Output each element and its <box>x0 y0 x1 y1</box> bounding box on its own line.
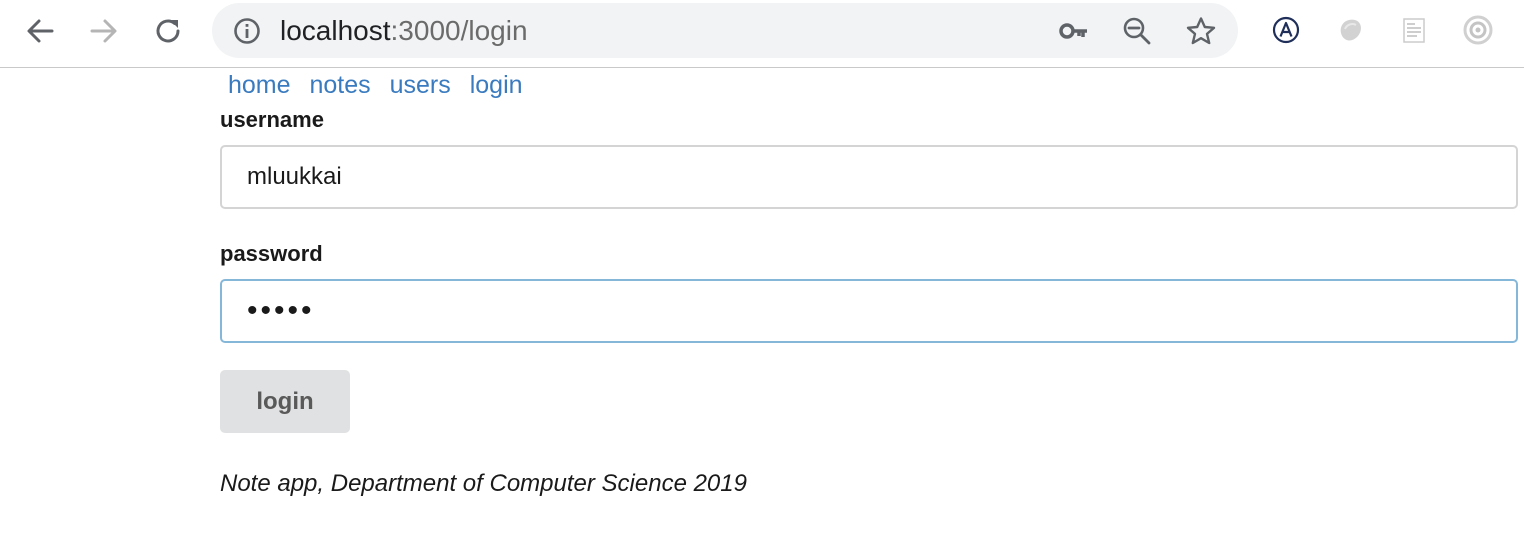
target-extension-icon[interactable] <box>1460 12 1496 48</box>
forward-button[interactable] <box>83 10 125 52</box>
back-button[interactable] <box>19 10 61 52</box>
star-icon[interactable] <box>1184 14 1218 48</box>
arrow-right-icon <box>90 19 117 43</box>
username-input[interactable] <box>220 145 1518 209</box>
blob-extension-icon[interactable] <box>1332 12 1368 48</box>
zoom-out-icon[interactable] <box>1120 14 1154 48</box>
reload-icon <box>156 19 180 43</box>
address-bar[interactable]: localhost:3000/login <box>212 3 1238 58</box>
key-icon[interactable] <box>1057 14 1091 48</box>
url-path: :3000/login <box>390 15 528 46</box>
nav-link-login[interactable]: login <box>470 71 523 99</box>
nav-link-home[interactable]: home <box>228 71 291 99</box>
password-input[interactable] <box>220 279 1518 343</box>
password-label: password <box>220 241 323 266</box>
footer-text: Note app, Department of Computer Science… <box>220 470 747 497</box>
url-host: localhost <box>280 15 391 46</box>
login-button[interactable]: login <box>220 370 350 433</box>
url-text[interactable]: localhost:3000/login <box>280 13 528 49</box>
info-icon[interactable] <box>232 16 262 46</box>
browser-toolbar: localhost:3000/login <box>0 0 1524 68</box>
arrow-left-icon <box>27 19 54 43</box>
reload-button[interactable] <box>147 10 189 52</box>
accessibility-a-icon[interactable] <box>1268 12 1304 48</box>
nav-link-users[interactable]: users <box>390 71 451 99</box>
nav-link-notes[interactable]: notes <box>310 71 371 99</box>
document-extension-icon[interactable] <box>1396 12 1432 48</box>
top-nav: home notes users login <box>228 70 523 100</box>
username-label: username <box>220 107 324 132</box>
